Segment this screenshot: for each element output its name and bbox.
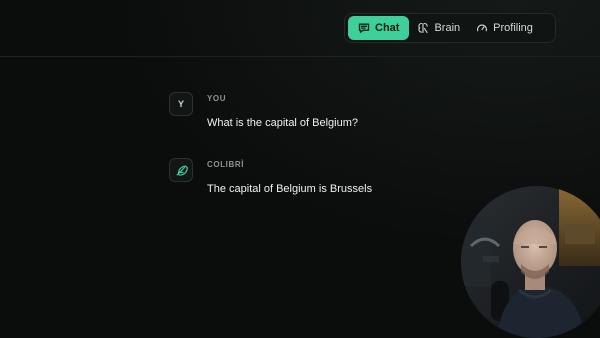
user-avatar: Y <box>169 92 193 116</box>
chat-icon <box>358 22 370 34</box>
app-window: Chat Brain Profiling Y YOU What is the c… <box>0 0 600 338</box>
message-assistant: COLIBRÌ The capital of Belgium is Brusse… <box>169 158 469 224</box>
tab-profiling-label: Profiling <box>493 22 533 34</box>
message-text: What is the capital of Belgium? <box>207 117 359 129</box>
message-text: The capital of Belgium is Brussels <box>207 183 373 195</box>
top-bar: Chat Brain Profiling <box>0 0 600 57</box>
tab-brain-label: Brain <box>434 22 461 34</box>
tab-brain[interactable]: Brain <box>409 16 468 40</box>
tab-group: Chat Brain Profiling <box>344 13 556 43</box>
message-sender: COLIBRÌ <box>207 160 245 169</box>
assistant-avatar <box>169 158 193 182</box>
gauge-icon <box>476 22 488 34</box>
feather-icon <box>175 164 188 177</box>
webcam-image <box>461 186 600 338</box>
brain-icon <box>417 22 429 34</box>
message-user: Y YOU What is the capital of Belgium? <box>169 92 469 158</box>
webcam-overlay <box>461 186 600 338</box>
tab-profiling[interactable]: Profiling <box>468 16 541 40</box>
message-sender: YOU <box>207 94 227 103</box>
conversation: Y YOU What is the capital of Belgium? CO… <box>169 92 469 224</box>
tab-chat[interactable]: Chat <box>348 16 410 40</box>
tab-chat-label: Chat <box>375 22 400 34</box>
